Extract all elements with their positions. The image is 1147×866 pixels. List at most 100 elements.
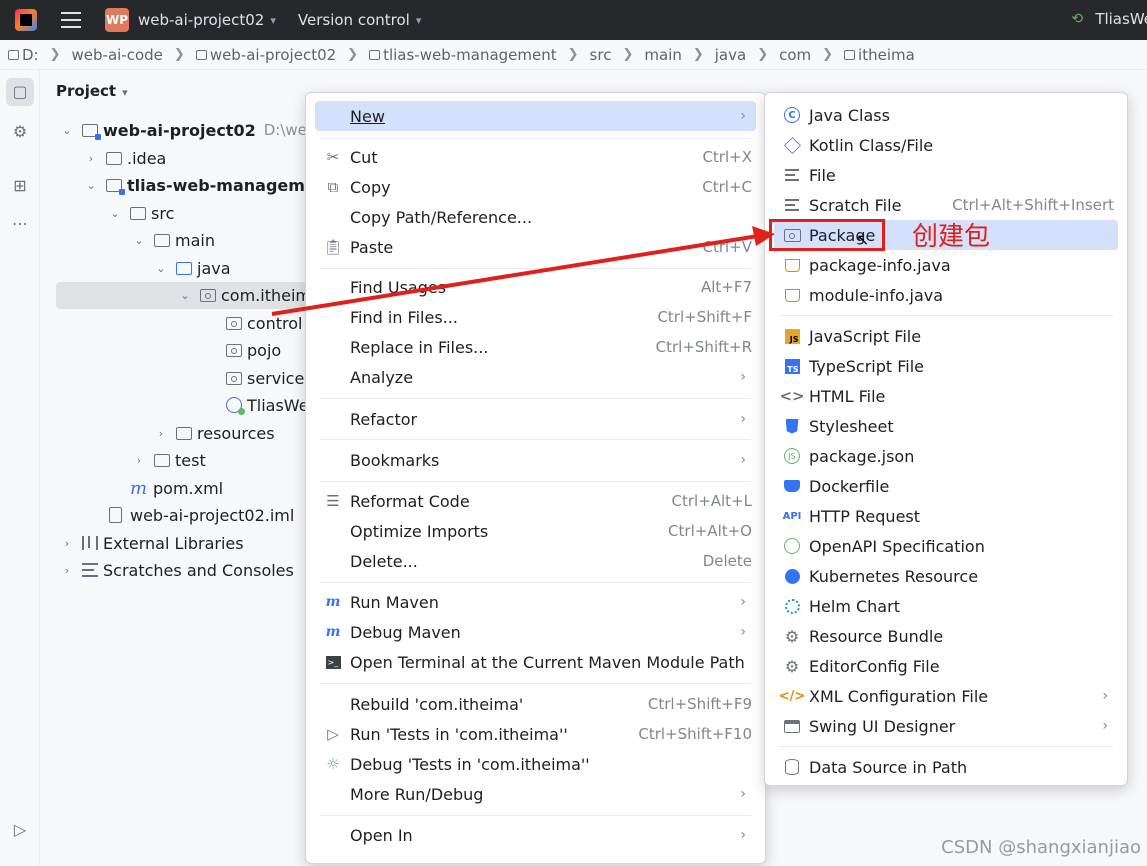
- structure-tool-icon[interactable]: ⊞: [10, 176, 30, 196]
- menu-item-data-source[interactable]: Data Source in Path: [774, 752, 1118, 782]
- tool-window-stripe: ▢ ⚙ ⊞ ⋯ ▷: [0, 70, 40, 866]
- tree-item-iml[interactable]: web-ai-project02.iml: [109, 502, 294, 528]
- tree-item-pom[interactable]: m pom.xml: [130, 475, 223, 501]
- menu-item-optimize-imports[interactable]: Optimize Imports Ctrl+Alt+O: [315, 516, 756, 546]
- menu-item-package-json[interactable]: JS package.json: [774, 441, 1118, 471]
- menu-item-debug-maven[interactable]: m Debug Maven ›: [315, 617, 756, 647]
- breadcrumb-item-drive[interactable]: D:: [8, 46, 39, 64]
- tree-item-service[interactable]: service: [226, 365, 304, 391]
- menu-item-rebuild[interactable]: Rebuild 'com.itheima' Ctrl+Shift+F9: [315, 689, 756, 719]
- menu-item-cut[interactable]: ✂ Cut Ctrl+X: [315, 142, 756, 172]
- breadcrumb-item-com[interactable]: com: [779, 46, 811, 64]
- tree-item-idea[interactable]: › .idea: [84, 145, 167, 171]
- tree-item-java[interactable]: ⌄ java: [154, 255, 230, 281]
- menu-item-open-in[interactable]: Open In ›: [315, 820, 756, 850]
- new-submenu: C Java Class Kotlin Class/File File Scrat…: [764, 92, 1128, 786]
- tree-item-main[interactable]: ⌄ main: [132, 227, 215, 253]
- breadcrumb-separator-icon: ❯: [822, 47, 834, 62]
- menu-item-bookmarks[interactable]: Bookmarks ›: [315, 445, 756, 475]
- tree-item-pojo[interactable]: pojo: [226, 337, 281, 363]
- chevron-right-icon: ›: [740, 786, 746, 802]
- tree-item-module[interactable]: ⌄ tlias-web-manageme: [84, 172, 316, 198]
- breadcrumb-item-module[interactable]: tlias-web-management: [369, 46, 557, 64]
- breadcrumb-item-src[interactable]: src: [590, 46, 612, 64]
- breadcrumb-item-project[interactable]: web-ai-project02: [195, 46, 336, 64]
- openapi-icon: [782, 536, 802, 556]
- menu-item-file[interactable]: File: [774, 160, 1118, 190]
- tree-item-scratches[interactable]: › Scratches and Consoles: [60, 557, 294, 583]
- chevron-right-icon: ›: [88, 151, 94, 165]
- menu-item-reformat-code[interactable]: ☰ Reformat Code Ctrl+Alt+L: [315, 486, 756, 516]
- project-panel-title[interactable]: Project ▾: [56, 82, 128, 100]
- java-class-icon: C: [782, 105, 802, 125]
- project-tool-icon[interactable]: ▢: [6, 78, 34, 106]
- menu-item-run-tests[interactable]: ▷ Run 'Tests in 'com.itheima'' Ctrl+Shift+…: [315, 719, 756, 749]
- tree-item-test[interactable]: › test: [132, 447, 206, 473]
- menu-item-java-class[interactable]: C Java Class: [774, 100, 1118, 130]
- main-menu-icon[interactable]: [61, 12, 81, 28]
- menu-item-analyze[interactable]: Analyze ›: [315, 362, 756, 392]
- menu-item-module-info[interactable]: module-info.java: [774, 280, 1118, 310]
- menu-item-paste[interactable]: 📋︎ Paste Ctrl+V: [315, 232, 756, 262]
- menu-item-package-info[interactable]: package-info.java: [774, 250, 1118, 280]
- project-badge[interactable]: WP: [105, 8, 129, 32]
- tree-item-src[interactable]: ⌄ src: [108, 200, 174, 226]
- copy-icon: ⧉: [327, 178, 339, 196]
- menu-item-refactor[interactable]: Refactor ›: [315, 404, 756, 434]
- intellij-logo-icon[interactable]: [15, 9, 37, 31]
- menu-item-helm-chart[interactable]: Helm Chart: [774, 591, 1118, 621]
- menu-item-javascript-file[interactable]: JS JavaScript File: [774, 321, 1118, 351]
- menu-item-replace-in-files[interactable]: Replace in Files... Ctrl+Shift+R: [315, 332, 756, 362]
- menu-item-dockerfile[interactable]: Dockerfile: [774, 471, 1118, 501]
- menu-item-typescript-file[interactable]: TS TypeScript File: [774, 351, 1118, 381]
- helm-icon: [782, 596, 802, 616]
- menu-item-delete[interactable]: Delete... Delete: [315, 546, 756, 576]
- breadcrumb-separator-icon: ❯: [173, 47, 185, 62]
- menu-item-debug-tests[interactable]: ☼ Debug 'Tests in 'com.itheima'': [315, 749, 756, 779]
- tree-item-resources[interactable]: › resources: [154, 420, 275, 446]
- menu-item-html-file[interactable]: <> HTML File: [774, 381, 1118, 411]
- kotlin-icon: [782, 135, 802, 155]
- mouse-cursor-icon: ↖: [856, 230, 870, 249]
- run-config-selector[interactable]: ⟲ TliasWe: [1071, 10, 1147, 28]
- library-icon: [82, 536, 98, 550]
- tree-item-external-libraries[interactable]: › External Libraries: [60, 530, 244, 556]
- project-switcher[interactable]: web-ai-project02: [138, 11, 264, 29]
- tree-item-com-itheima[interactable]: ⌄ com.itheim: [178, 282, 311, 308]
- run-tool-icon[interactable]: ▷: [10, 820, 30, 840]
- breadcrumb: D: ❯ web-ai-code ❯ web-ai-project02 ❯ tl…: [0, 40, 1147, 70]
- menu-item-more-run-debug[interactable]: More Run/Debug ›: [315, 779, 756, 809]
- breadcrumb-item-web-ai-code[interactable]: web-ai-code: [72, 46, 163, 64]
- menu-item-kotlin-class[interactable]: Kotlin Class/File: [774, 130, 1118, 160]
- breadcrumb-item-java[interactable]: java: [715, 46, 746, 64]
- watermark: CSDN @shangxianjiao: [941, 837, 1141, 858]
- menu-item-find-usages[interactable]: Find Usages Alt+F7: [315, 272, 756, 302]
- breadcrumb-item-main[interactable]: main: [644, 46, 681, 64]
- menu-item-http-request[interactable]: API HTTP Request: [774, 501, 1118, 531]
- breadcrumb-separator-icon: ❯: [49, 47, 61, 62]
- tree-item-project-root[interactable]: ⌄ web-ai-project02 D:\web: [60, 117, 316, 143]
- tree-item-controller[interactable]: control: [226, 310, 302, 336]
- menu-item-run-maven[interactable]: m Run Maven ›: [315, 587, 756, 617]
- breadcrumb-item-itheima[interactable]: itheima: [844, 46, 915, 64]
- menu-item-open-terminal-maven[interactable]: >_ Open Terminal at the Current Maven Mod…: [315, 647, 756, 677]
- version-control-menu[interactable]: Version control: [298, 11, 410, 29]
- menu-item-new[interactable]: New ›: [315, 101, 756, 131]
- menu-item-resource-bundle[interactable]: ⚙ Resource Bundle: [774, 621, 1118, 651]
- menu-item-editorconfig[interactable]: ⚙ EditorConfig File: [774, 651, 1118, 681]
- chevron-right-icon: ›: [740, 108, 746, 124]
- menu-item-xml-config[interactable]: </> XML Configuration File ›: [774, 681, 1118, 711]
- services-tool-icon[interactable]: ⚙: [10, 122, 30, 142]
- menu-item-openapi[interactable]: OpenAPI Specification: [774, 531, 1118, 561]
- menu-item-find-in-files[interactable]: Find in Files... Ctrl+Shift+F: [315, 302, 756, 332]
- menu-item-copy[interactable]: ⧉ Copy Ctrl+C: [315, 172, 756, 202]
- menu-item-kubernetes[interactable]: Kubernetes Resource: [774, 561, 1118, 591]
- package-icon: [200, 288, 216, 302]
- terminal-icon: >_: [323, 652, 343, 672]
- menu-item-stylesheet[interactable]: Stylesheet: [774, 411, 1118, 441]
- file-icon: [109, 507, 122, 523]
- menu-item-swing-ui[interactable]: Swing UI Designer ›: [774, 711, 1118, 741]
- more-tools-icon[interactable]: ⋯: [10, 214, 30, 234]
- tree-item-application-class[interactable]: TliasWe: [226, 392, 309, 418]
- menu-item-copy-path[interactable]: Copy Path/Reference...: [315, 202, 756, 232]
